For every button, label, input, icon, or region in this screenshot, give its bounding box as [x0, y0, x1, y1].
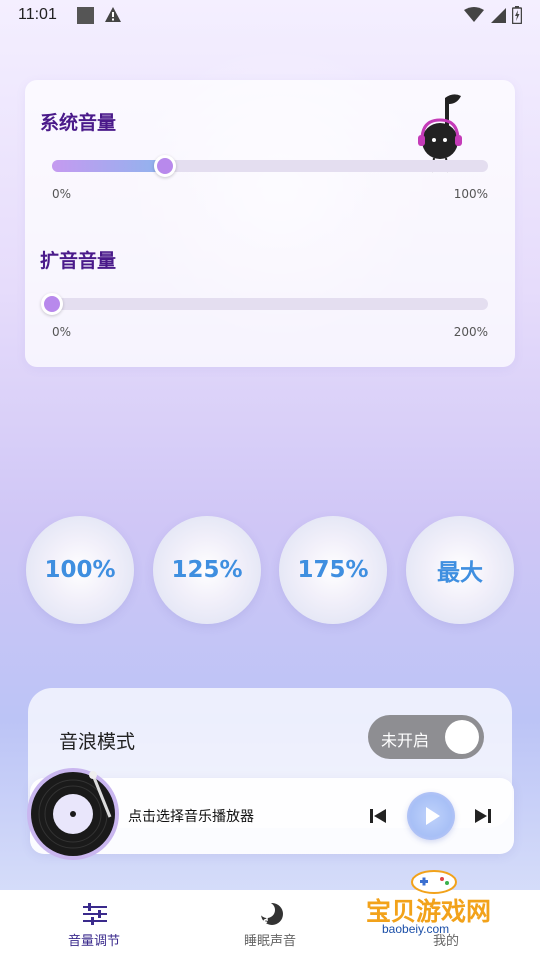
- status-time: 11:01: [18, 6, 57, 23]
- system-volume-title: 系统音量: [40, 112, 117, 134]
- play-icon: [426, 807, 440, 825]
- play-button[interactable]: [407, 792, 455, 840]
- battery-icon: [512, 6, 522, 24]
- system-volume-thumb[interactable]: [154, 155, 177, 177]
- boost-volume-slider[interactable]: [41, 293, 488, 315]
- watermark-url: baobeiy.com: [382, 922, 450, 936]
- nav-label-volume: 音量调节: [67, 934, 120, 949]
- nav-label-sleep: 睡眠声音: [243, 934, 296, 949]
- next-track-icon[interactable]: [471, 804, 495, 828]
- nav-item-volume[interactable]: 音量调节: [34, 890, 154, 960]
- wave-mode-title: 音浪模式: [59, 731, 136, 753]
- nav-item-sleep[interactable]: 睡眠声音: [210, 890, 330, 960]
- system-volume-slider[interactable]: [52, 155, 488, 177]
- vinyl-record-icon: [27, 768, 119, 860]
- system-volume-min-label: 0%: [52, 187, 72, 201]
- gamepad-icon: [411, 870, 457, 894]
- notification-square-icon: [77, 7, 94, 24]
- status-bar: 11:01: [0, 0, 540, 32]
- preset-button-125[interactable]: 125%: [153, 516, 261, 624]
- previous-track-icon[interactable]: [366, 804, 390, 828]
- volume-card: 系统音量 0% 100% 扩音音量 0% 200%: [25, 80, 515, 367]
- wave-mode-toggle[interactable]: 未开启: [368, 715, 484, 759]
- boost-volume-min-label: 0%: [52, 325, 72, 339]
- boost-volume-title: 扩音音量: [40, 250, 117, 272]
- boost-volume-thumb[interactable]: [41, 293, 63, 315]
- preset-button-max[interactable]: 最大: [406, 516, 514, 624]
- system-volume-max-label: 100%: [453, 187, 488, 201]
- wave-mode-toggle-label: 未开启: [381, 731, 430, 750]
- choose-player-prompt[interactable]: 点击选择音乐播放器: [128, 806, 254, 826]
- wifi-icon: [464, 7, 484, 22]
- signal-icon: [491, 8, 506, 23]
- watermark-logo: 宝贝游戏网 baobeiy.com: [360, 862, 510, 950]
- warning-icon: [105, 7, 121, 22]
- boost-volume-max-label: 200%: [453, 325, 488, 339]
- system-volume-fill: [52, 160, 166, 172]
- moon-icon: [259, 902, 283, 925]
- sliders-icon: [83, 903, 107, 925]
- preset-button-175[interactable]: 175%: [279, 516, 387, 624]
- toggle-knob: [445, 720, 479, 754]
- preset-button-100[interactable]: 100%: [26, 516, 134, 624]
